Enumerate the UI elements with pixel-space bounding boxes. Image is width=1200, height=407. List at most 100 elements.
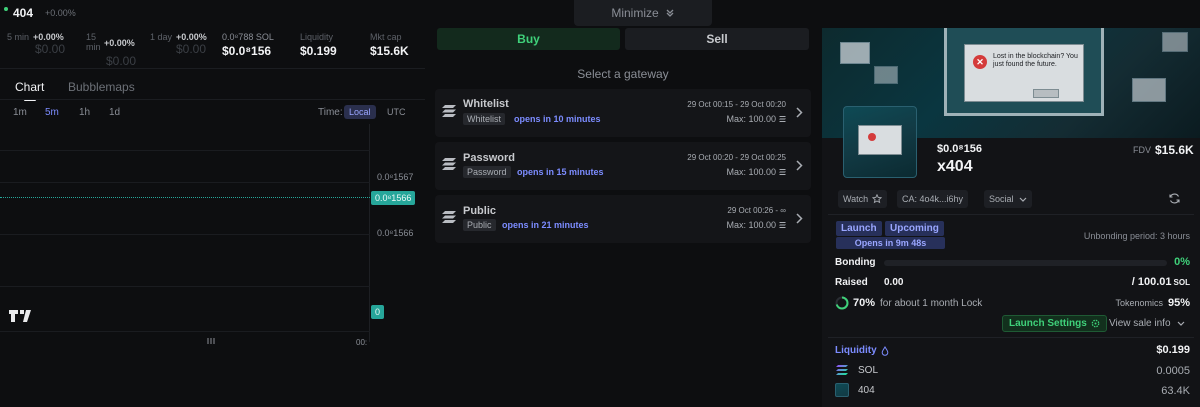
gateway-password[interactable]: Password Password opens in 15 minutes 29… <box>435 142 811 190</box>
gateway-title: Select a gateway <box>577 67 669 81</box>
stat-1day: 1 day +0.00% $0.00 <box>150 32 207 56</box>
tab-bubblemaps[interactable]: Bubblemaps <box>68 80 135 94</box>
timezone-utc[interactable]: UTC <box>382 105 411 119</box>
stat-5min-label: 5 min <box>7 32 30 42</box>
contract-address[interactable]: CA: 4o4k...i6hy <box>897 190 969 208</box>
chevron-right-icon <box>796 160 803 171</box>
timeframe-1m[interactable]: 1m <box>13 107 27 118</box>
gateway-name: Whitelist <box>463 98 509 110</box>
sol-icon <box>779 222 786 228</box>
divider <box>0 99 425 100</box>
raised-total: / 100.01 SOL <box>1132 276 1190 288</box>
liquidity-symbol: 404 <box>858 384 875 396</box>
raised-label: Raised <box>835 277 868 288</box>
gateway-opens: opens in 21 minutes <box>502 220 589 230</box>
tab-chart[interactable]: Chart <box>15 80 44 101</box>
gateway-max-label: Max: 100.00 <box>726 220 776 230</box>
gateway-max-label: Max: 100.00 <box>726 167 776 177</box>
timezone-local[interactable]: Local <box>344 105 376 119</box>
error-dialog: ✕ Lost in the blockchain? You just found… <box>964 44 1084 102</box>
tag-upcoming: Upcoming <box>885 221 944 236</box>
liquidity-header: Liquidity <box>835 345 889 356</box>
ticker-change: +0.00% <box>45 8 76 18</box>
buy-button[interactable]: Buy <box>437 28 620 50</box>
stat-15min-value: $0.00 <box>106 54 137 68</box>
gateway-name: Password <box>463 152 515 164</box>
raised-value: 0.00 <box>884 277 904 288</box>
grid-line <box>0 234 370 235</box>
launch-settings-button[interactable]: Launch Settings <box>1002 315 1107 332</box>
stat-1day-value: $0.00 <box>176 42 207 56</box>
bonding-progress-bar <box>884 260 1167 266</box>
live-dot <box>4 7 8 11</box>
tokenomics: Tokenomics 95% <box>1115 297 1190 309</box>
minimize-button[interactable]: Minimize <box>574 0 712 26</box>
token-icon <box>835 383 849 397</box>
unbonding-period: Unbonding period: 3 hours <box>1083 231 1190 241</box>
token-name: x404 <box>937 158 973 175</box>
grid-line <box>0 286 370 287</box>
price-chart[interactable] <box>0 124 370 342</box>
x-axis-tick: 00: <box>356 338 368 347</box>
gateway-max-label: Max: 100.00 <box>726 114 776 124</box>
liquidity-label: Liquidity <box>835 345 877 356</box>
gateway-max: Max: 100.00 <box>726 114 786 124</box>
raised-total-value: / 100.01 <box>1131 276 1172 288</box>
stat-15min-pct: +0.00% <box>104 38 135 48</box>
gear-icon <box>1091 319 1100 328</box>
gateway-whitelist[interactable]: Whitelist Whitelist opens in 10 minutes … <box>435 89 811 137</box>
bonding-label: Bonding <box>835 257 876 268</box>
volume-tag: 0 <box>371 305 385 319</box>
opens-in-badge: Opens in 9m 48s <box>836 237 945 249</box>
chevron-down-icon <box>1177 321 1184 326</box>
tab-chart-label: Chart <box>15 80 45 94</box>
price-axis-label: 0.0⁸1566 <box>377 228 414 238</box>
social-dropdown[interactable]: Social <box>984 190 1032 208</box>
lock-progress-ring <box>835 296 849 310</box>
chevron-right-icon <box>796 213 803 224</box>
gateway-name: Public <box>463 205 497 217</box>
gateway-dates: 29 Oct 00:26 - ∞ <box>727 206 786 215</box>
gateway-tag: Whitelist <box>463 113 506 125</box>
tradingview-logo <box>8 308 36 324</box>
sol-icon <box>779 116 786 122</box>
gateway-dates: 29 Oct 00:15 - 29 Oct 00:20 <box>687 100 786 109</box>
stat-liquidity-label: Liquidity <box>300 32 334 42</box>
bonding-pct: 0% <box>1174 256 1190 268</box>
liquidity-value: $0.199 <box>1156 344 1190 356</box>
stat-5min-value: $0.00 <box>35 42 66 56</box>
gateway-tag: Password <box>463 166 511 178</box>
sol-icon <box>836 365 848 375</box>
timeframe-1d[interactable]: 1d <box>109 107 120 118</box>
gateway-icon <box>442 158 456 170</box>
liquidity-row-sol: SOL <box>835 363 878 377</box>
timeframe-5m[interactable]: 5m <box>45 107 59 118</box>
view-sale-info-button[interactable]: View sale info <box>1109 318 1185 329</box>
gateway-max: Max: 100.00 <box>726 167 786 177</box>
gateway-max: Max: 100.00 <box>726 220 786 230</box>
watch-button[interactable]: Watch <box>838 190 888 208</box>
divider <box>0 68 425 69</box>
liquidity-symbol: SOL <box>858 364 879 376</box>
stat-15min: 15 min <box>86 32 101 52</box>
chevron-down-icon <box>1019 197 1026 202</box>
fdv: FDV $15.6K <box>1133 143 1194 157</box>
chart-scroll-handle[interactable] <box>207 338 215 344</box>
grid-line <box>0 150 370 151</box>
lock-pct: 70% <box>853 297 876 309</box>
chevrons-down-icon <box>666 9 674 17</box>
raised-total-unit: SOL <box>1173 277 1190 287</box>
gateway-icon <box>442 105 456 117</box>
stat-liquidity-value: $0.199 <box>300 44 337 58</box>
time-label: Time: <box>318 107 343 118</box>
stat-15min-label: 15 <box>86 32 97 42</box>
timeframe-1h[interactable]: 1h <box>79 107 90 118</box>
gateway-public[interactable]: Public Public opens in 21 minutes 29 Oct… <box>435 195 811 243</box>
lock-text: for about 1 month Lock <box>880 298 983 309</box>
tokenomics-value: 95% <box>1167 297 1190 309</box>
refresh-icon[interactable] <box>1168 192 1181 205</box>
stat-1day-pct: +0.00% <box>176 32 207 42</box>
sell-button[interactable]: Sell <box>625 28 809 50</box>
ticker: 404 <box>13 6 34 20</box>
tokenomics-label: Tokenomics <box>1115 298 1163 308</box>
